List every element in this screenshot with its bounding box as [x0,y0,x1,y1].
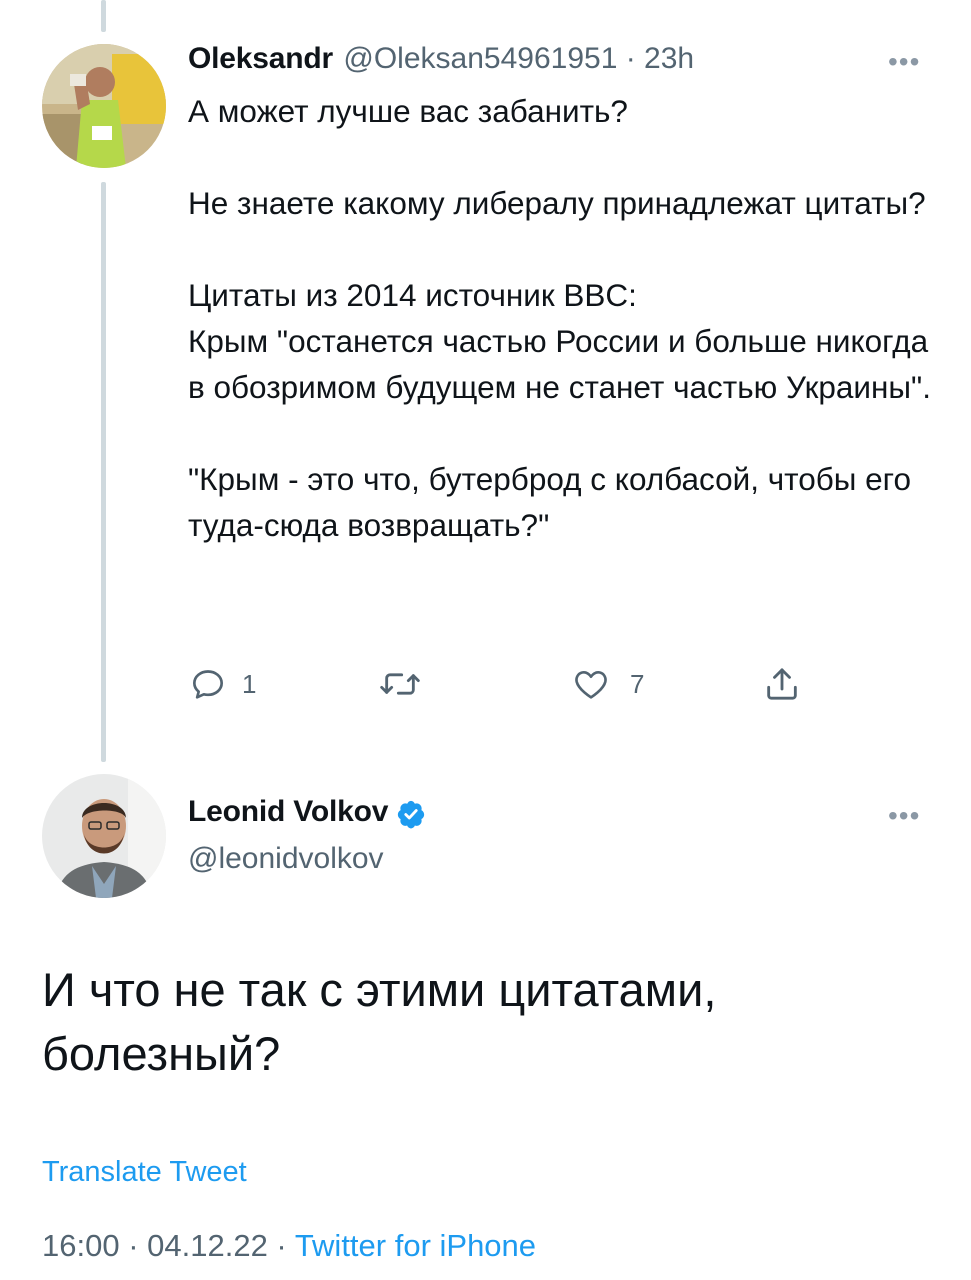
tweet-actions: 1 7 [0,664,971,708]
meta-separator: · [119,1228,148,1263]
reply-count: 1 [242,668,257,699]
author-handle[interactable]: @leonidvolkov [188,842,384,876]
tweet-text: А может лучше вас забанить? Не знаете ка… [188,93,931,543]
main-author-block: Leonid Volkov [188,795,426,834]
author-handle[interactable]: @Oleksan54961951 [343,42,617,75]
more-options-icon[interactable]: ••• [888,46,920,78]
tweet-time[interactable]: 23h [644,42,694,75]
like-count: 7 [630,668,645,699]
tweet-source-link[interactable]: Twitter for iPhone [295,1228,536,1263]
comment-icon [188,664,228,704]
retweet-icon [378,664,422,704]
share-button[interactable] [762,664,802,704]
header-separator: · [617,42,645,75]
avatar-leonid-volkov[interactable] [42,774,166,898]
tweet-time[interactable]: 16:00 [42,1228,120,1263]
translate-tweet-link[interactable]: Translate Tweet [42,1156,247,1189]
like-button[interactable]: 7 [570,664,644,704]
heart-icon [570,664,612,704]
author-name[interactable]: Leonid Volkov [188,795,388,828]
tweet-date[interactable]: 04.12.22 [147,1228,268,1263]
share-icon [762,664,802,704]
reply-button[interactable]: 1 [188,664,256,704]
thread-line-top [101,0,106,32]
verified-badge-icon [396,799,426,834]
meta-separator: · [267,1228,295,1263]
tweet-meta: 16:00 · 04.12.22 · Twitter for iPhone [42,1228,536,1264]
more-options-icon[interactable]: ••• [888,800,920,832]
author-name[interactable]: Oleksandr [188,42,333,75]
main-tweet-text: И что не так с этими цитатами, болезный? [42,963,717,1080]
avatar-oleksandr[interactable] [42,44,166,168]
reply-header: Oleksandr @Oleksan54961951 · 23h [188,42,694,76]
retweet-button[interactable] [378,664,422,704]
